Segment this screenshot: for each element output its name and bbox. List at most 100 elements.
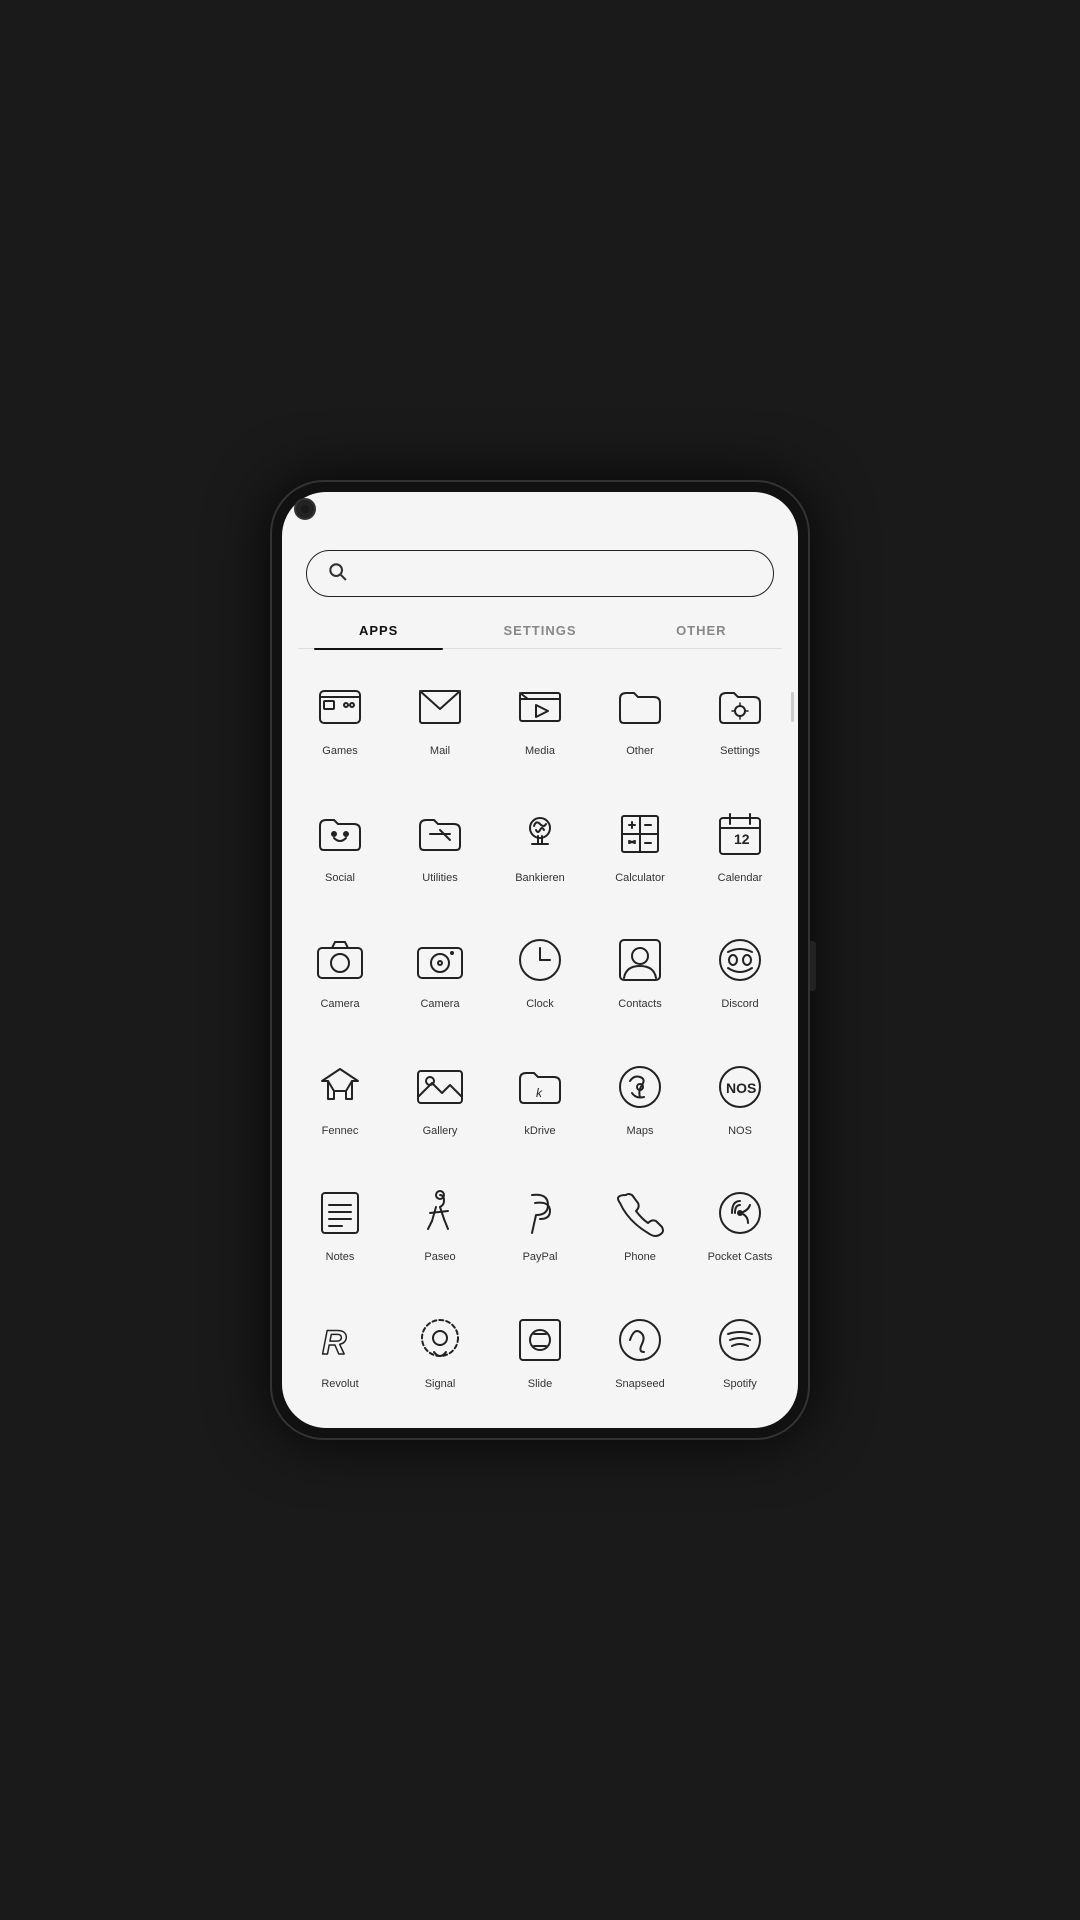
mail-icon	[408, 675, 472, 739]
app-phone[interactable]: Phone	[590, 1171, 690, 1294]
contacts-label: Contacts	[618, 998, 661, 1011]
app-spotify[interactable]: Spotify	[690, 1298, 790, 1421]
app-other-folder[interactable]: Other	[590, 665, 690, 788]
app-social[interactable]: Social	[290, 792, 390, 915]
app-snapseed[interactable]: Snapseed	[590, 1298, 690, 1421]
calendar-icon: 12	[708, 802, 772, 866]
bankieren-icon	[508, 802, 572, 866]
paseo-icon	[408, 1181, 472, 1245]
side-button	[810, 941, 816, 991]
main-content: APPS SETTINGS OTHER	[282, 492, 798, 1428]
phone-frame: APPS SETTINGS OTHER	[270, 480, 810, 1440]
paypal-icon	[508, 1181, 572, 1245]
app-media[interactable]: Media	[490, 665, 590, 788]
tab-apps[interactable]: APPS	[298, 613, 459, 648]
calculator-label: Calculator	[615, 872, 665, 885]
app-paseo[interactable]: Paseo	[390, 1171, 490, 1294]
pocketcasts-icon	[708, 1181, 772, 1245]
slide-label: Slide	[528, 1378, 552, 1391]
clock-label: Clock	[526, 998, 554, 1011]
maps-icon	[608, 1055, 672, 1119]
svg-text:k: k	[536, 1086, 543, 1100]
nos-icon: NOS	[708, 1055, 772, 1119]
signal-label: Signal	[425, 1378, 456, 1391]
revolut-label: Revolut	[321, 1378, 358, 1391]
app-pocketcasts[interactable]: Pocket Casts	[690, 1171, 790, 1294]
svg-text:12: 12	[734, 831, 750, 847]
phone-label: Phone	[624, 1251, 656, 1264]
snapseed-icon	[608, 1308, 672, 1372]
camera-dot	[294, 498, 316, 520]
discord-label: Discord	[721, 998, 758, 1011]
snapseed-label: Snapseed	[615, 1378, 665, 1391]
paypal-label: PayPal	[523, 1251, 558, 1264]
app-camera1[interactable]: Camera	[290, 918, 390, 1041]
svg-text:R: R	[322, 1324, 347, 1362]
fennec-icon	[308, 1055, 372, 1119]
app-maps[interactable]: Maps	[590, 1045, 690, 1168]
fennec-label: Fennec	[322, 1125, 359, 1138]
app-utilities[interactable]: Utilities	[390, 792, 490, 915]
utilities-label: Utilities	[422, 872, 457, 885]
other-folder-icon	[608, 675, 672, 739]
camera1-label: Camera	[320, 998, 359, 1011]
app-kdrive[interactable]: k kDrive	[490, 1045, 590, 1168]
app-revolut[interactable]: R Revolut	[290, 1298, 390, 1421]
app-camera2[interactable]: Camera	[390, 918, 490, 1041]
spotify-label: Spotify	[723, 1378, 757, 1391]
app-fennec[interactable]: Fennec	[290, 1045, 390, 1168]
games-label: Games	[322, 745, 357, 758]
app-clock[interactable]: Clock	[490, 918, 590, 1041]
app-contacts[interactable]: Contacts	[590, 918, 690, 1041]
clock-icon	[508, 928, 572, 992]
search-icon	[327, 561, 347, 586]
games-icon	[308, 675, 372, 739]
revolut-icon: R	[308, 1308, 372, 1372]
camera2-icon	[408, 928, 472, 992]
app-settings-folder[interactable]: Settings	[690, 665, 790, 788]
spotify-icon	[708, 1308, 772, 1372]
calculator-icon	[608, 802, 672, 866]
nos-label: NOS	[728, 1125, 752, 1138]
utilities-icon	[408, 802, 472, 866]
scroll-indicator	[791, 692, 794, 722]
other-folder-label: Other	[626, 745, 654, 758]
app-calculator[interactable]: Calculator	[590, 792, 690, 915]
tab-other[interactable]: OTHER	[621, 613, 782, 648]
pocketcasts-label: Pocket Casts	[708, 1251, 773, 1264]
social-icon	[308, 802, 372, 866]
search-bar[interactable]	[306, 550, 774, 597]
app-mail[interactable]: Mail	[390, 665, 490, 788]
svg-text:NOS: NOS	[726, 1080, 756, 1096]
gallery-icon	[408, 1055, 472, 1119]
settings-folder-icon	[708, 675, 772, 739]
social-label: Social	[325, 872, 355, 885]
kdrive-icon: k	[508, 1055, 572, 1119]
notes-icon	[308, 1181, 372, 1245]
app-nos[interactable]: NOS NOS	[690, 1045, 790, 1168]
app-paypal[interactable]: PayPal	[490, 1171, 590, 1294]
tab-bar: APPS SETTINGS OTHER	[298, 613, 782, 649]
settings-folder-label: Settings	[720, 745, 760, 758]
signal-icon	[408, 1308, 472, 1372]
camera1-icon	[308, 928, 372, 992]
media-label: Media	[525, 745, 555, 758]
app-notes[interactable]: Notes	[290, 1171, 390, 1294]
tab-settings[interactable]: SETTINGS	[459, 613, 620, 648]
contacts-icon	[608, 928, 672, 992]
gallery-label: Gallery	[423, 1125, 458, 1138]
apps-grid: Games Mail	[282, 649, 798, 1428]
app-discord[interactable]: Discord	[690, 918, 790, 1041]
app-slide[interactable]: Slide	[490, 1298, 590, 1421]
app-calendar[interactable]: 12 Calendar	[690, 792, 790, 915]
app-games[interactable]: Games	[290, 665, 390, 788]
app-signal[interactable]: Signal	[390, 1298, 490, 1421]
bankieren-label: Bankieren	[515, 872, 565, 885]
phone-screen: APPS SETTINGS OTHER	[282, 492, 798, 1428]
media-icon	[508, 675, 572, 739]
app-bankieren[interactable]: Bankieren	[490, 792, 590, 915]
phone-icon	[608, 1181, 672, 1245]
app-gallery[interactable]: Gallery	[390, 1045, 490, 1168]
paseo-label: Paseo	[424, 1251, 455, 1264]
mail-label: Mail	[430, 745, 450, 758]
